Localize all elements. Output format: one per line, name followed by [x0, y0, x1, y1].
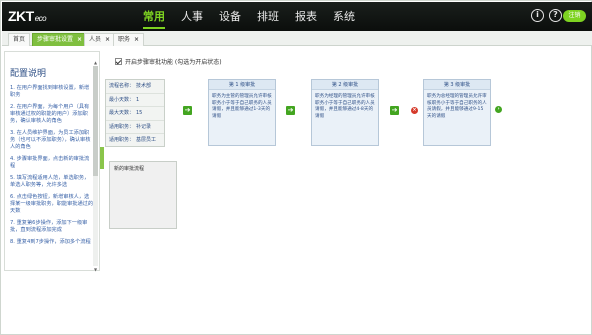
list-item: 3. 在人员维护界面，为员工添加职务（也可以不添加职务），确认审核人的角色	[10, 130, 91, 150]
new-flow-box[interactable]: 新的审批流程	[109, 161, 177, 229]
tab-step-approval[interactable]: 步骤审批设置 ×	[32, 33, 88, 46]
scrollbar[interactable]: ▲ ▼	[93, 60, 98, 272]
help-list: 1. 在用户界面找到审核设置，新增职务 2. 在用户界面，为每个用户（具有审核通…	[5, 85, 99, 246]
info-row: 流程名称： 技术部	[106, 80, 164, 94]
nav-item-personnel[interactable]: 人事	[173, 2, 211, 31]
panel-collapse-handle[interactable]	[100, 147, 104, 169]
main-content: 开启步骤审批功能 (勾选为开启状态) 流程名称： 技术部 最小天数： 1 最大天数：…	[105, 51, 591, 331]
scroll-up-icon[interactable]: ▲	[93, 60, 98, 65]
tab-personnel[interactable]: 人员 ×	[84, 33, 116, 46]
tab-bar: 首页 步骤审批设置 × 人员 × 职务 ×	[2, 31, 592, 46]
delete-step-icon[interactable]: ×	[411, 107, 418, 114]
tab-position[interactable]: 职务 ×	[113, 33, 145, 46]
panel-title: 配置说明	[10, 69, 47, 79]
app-window: ZKTeco 常用 人事 设备 排班 报表 系统 i ? 注销 首页 步骤审批设…	[0, 0, 592, 335]
close-icon[interactable]: ×	[77, 36, 82, 43]
list-item: 4. 步骤审批界面，点击新的审批流程	[10, 156, 90, 169]
tab-home[interactable]: 首页	[8, 33, 31, 46]
logo: ZKTeco	[8, 8, 47, 24]
enable-approval-row: 开启步骤审批功能 (勾选为开启状态)	[115, 57, 222, 66]
nav-item-device[interactable]: 设备	[211, 2, 249, 31]
info-icon[interactable]: i	[531, 9, 544, 22]
new-flow-label: 新的审批流程	[114, 166, 145, 172]
approval-step-2[interactable]: 第 2 级审批 职务为经理的管理员允许审核职务小于等于自己职务的人员请假，并且能…	[311, 79, 379, 146]
main-nav: 常用 人事 设备 排班 报表 系统	[135, 2, 363, 31]
list-item: 7. 重复第6步操作，添加下一级审批，直到流程添加完成	[10, 220, 88, 233]
nav-item-system[interactable]: 系统	[325, 2, 363, 31]
approval-step-3[interactable]: 第 3 级审批 职务为总经理的管理员允许审核职务小于等于自己职务的人员请假，并且…	[423, 79, 491, 146]
nav-item-common[interactable]: 常用	[135, 2, 173, 31]
logout-button[interactable]: 注销	[563, 10, 586, 22]
list-item: 6. 点击绿色按钮，新增审核人，选择某一级审批职务，职能审批通过的天数	[10, 194, 94, 214]
help-icon[interactable]: ?	[549, 9, 562, 22]
top-bar: ZKTeco 常用 人事 设备 排班 报表 系统 i ? 注销	[2, 2, 592, 31]
close-icon[interactable]: ×	[105, 36, 110, 43]
enable-approval-checkbox[interactable]	[115, 58, 122, 65]
info-row: 适用职务： 补记录	[106, 121, 164, 134]
config-help-panel: 配置说明 1. 在用户界面找到审核设置，新增职务 2. 在用户界面，为每个用户（…	[4, 51, 100, 272]
approval-step-1[interactable]: 第 1 级审批 职务为主管的管理员允许审核职务小于等于自己职务的人员请假，并且能…	[208, 79, 276, 146]
info-row: 适用职务： 基层员工	[109, 137, 157, 143]
close-icon[interactable]: ×	[134, 36, 139, 43]
add-step-arrow-icon[interactable]: ➔	[183, 106, 192, 115]
top-icons: i ?	[531, 9, 562, 22]
info-row: 最大天数： 15	[106, 107, 164, 121]
nav-item-schedule[interactable]: 排班	[249, 2, 287, 31]
enable-approval-label: 开启步骤审批功能 (勾选为开启状态)	[125, 59, 222, 66]
list-item: 1. 在用户界面找到审核设置，新增职务	[10, 85, 90, 98]
add-step-arrow-icon[interactable]: ›	[495, 106, 502, 113]
add-step-arrow-icon[interactable]: ➔	[390, 106, 399, 115]
scroll-down-icon[interactable]: ▼	[93, 267, 98, 272]
scroll-thumb[interactable]	[93, 66, 98, 176]
nav-item-report[interactable]: 报表	[287, 2, 325, 31]
add-step-arrow-icon[interactable]: ➔	[286, 106, 295, 115]
list-item: 2. 在用户界面，为每个用户（具有审核通过权的职能的用户）添加职务，确认审核人的…	[10, 104, 90, 124]
list-item: 8. 重复4到7步操作，添加多个流程	[10, 239, 91, 245]
list-item: 5. 填写流程适用人范，单选职务，单选人职务等，允许多选	[10, 175, 90, 188]
info-row: 最小天数： 1	[106, 94, 164, 107]
flow-info-box[interactable]: 流程名称： 技术部 最小天数： 1 最大天数： 15 适用职务： 补记录 适用职务： 基层…	[105, 79, 165, 147]
